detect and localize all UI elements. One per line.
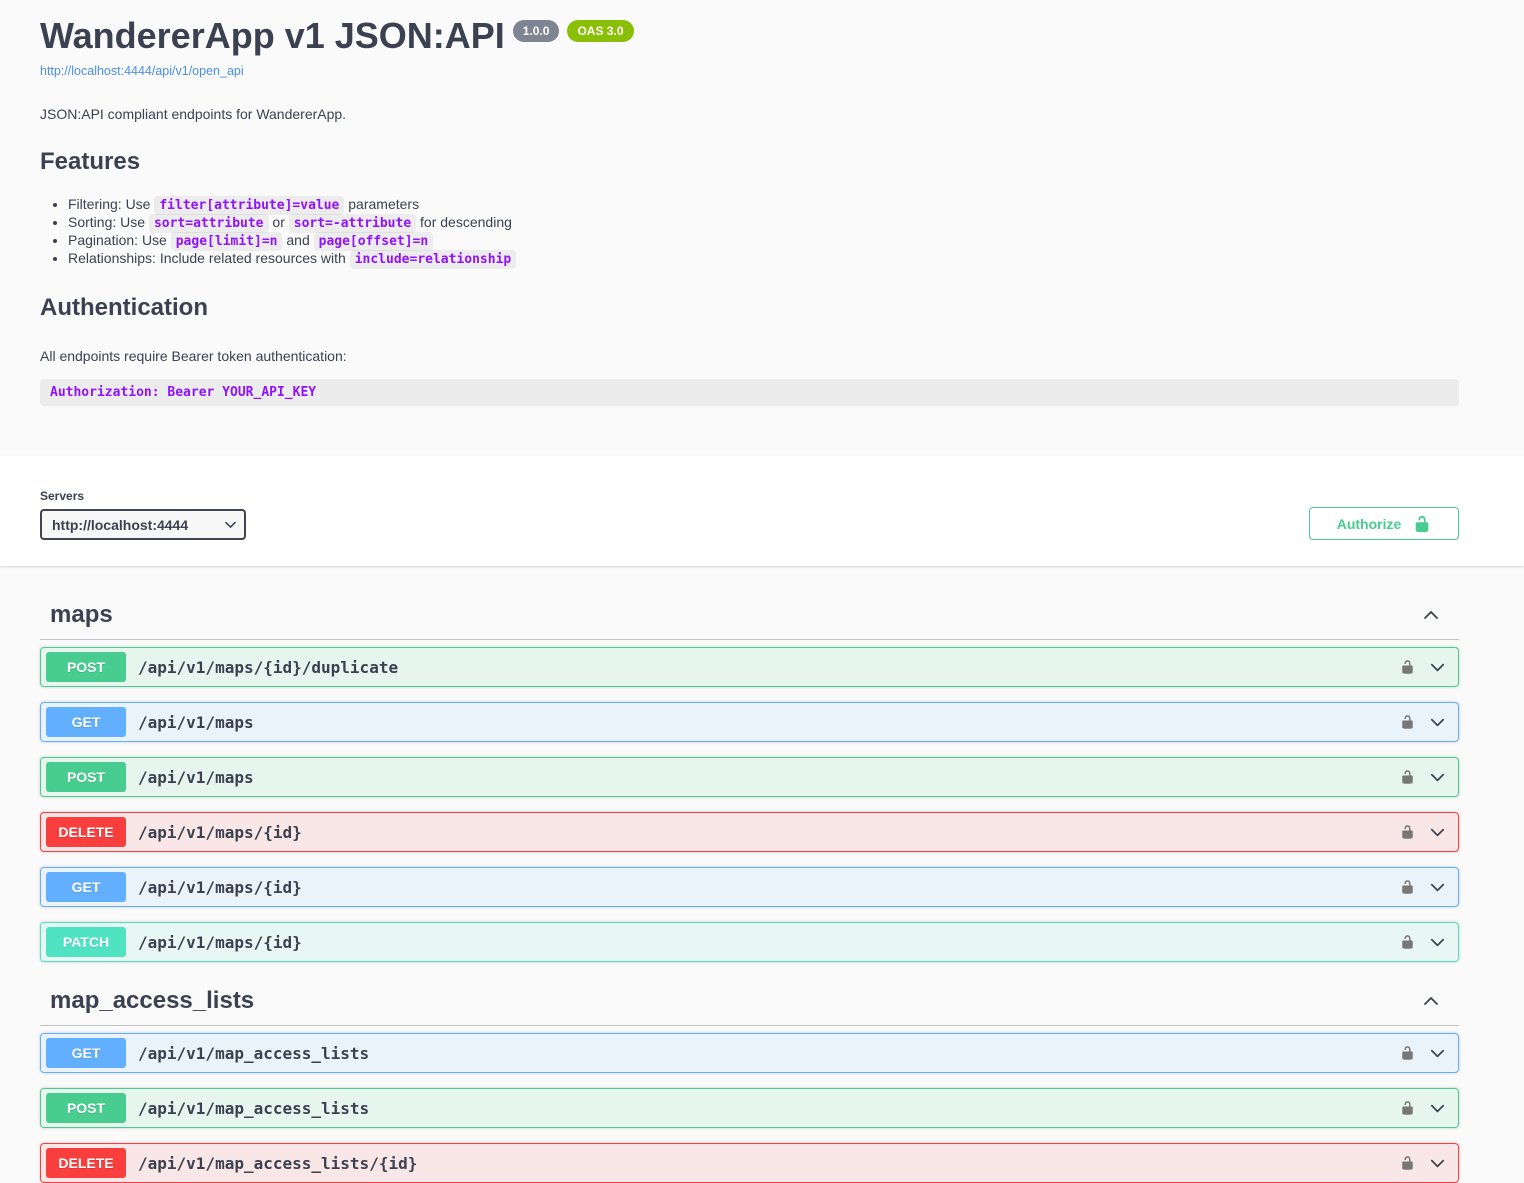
method-badge: DELETE bbox=[46, 1148, 126, 1178]
chevron-down-icon[interactable] bbox=[1428, 878, 1447, 897]
chevron-down-icon[interactable] bbox=[1428, 713, 1447, 732]
endpoint-path: /api/v1/maps/{id} bbox=[138, 933, 302, 952]
lock-icon[interactable] bbox=[1400, 1044, 1415, 1062]
code-chip: page[offset]=n bbox=[314, 232, 434, 251]
endpoint-row[interactable]: GET /api/v1/maps bbox=[40, 702, 1459, 742]
lock-icon[interactable] bbox=[1400, 1154, 1415, 1172]
endpoint-row[interactable]: POST /api/v1/maps bbox=[40, 757, 1459, 797]
page-title: WandererApp v1 JSON:API bbox=[40, 18, 505, 54]
chevron-down-icon[interactable] bbox=[1428, 823, 1447, 842]
features-list: Filtering: Use filter[attribute]=value p… bbox=[40, 196, 1459, 268]
endpoint-row[interactable]: DELETE /api/v1/map_access_lists/{id} bbox=[40, 1143, 1459, 1183]
lock-icon[interactable] bbox=[1400, 823, 1415, 841]
feature-item-sorting: Sorting: Use sort=attribute or sort=-att… bbox=[68, 214, 1459, 232]
endpoint-row[interactable]: GET /api/v1/map_access_lists bbox=[40, 1033, 1459, 1073]
endpoint-path: /api/v1/maps bbox=[138, 768, 254, 787]
endpoint-row[interactable]: DELETE /api/v1/maps/{id} bbox=[40, 812, 1459, 852]
endpoint-path: /api/v1/map_access_lists/{id} bbox=[138, 1154, 417, 1173]
chevron-down-icon[interactable] bbox=[1428, 1044, 1447, 1063]
oas-badge: OAS 3.0 bbox=[567, 20, 633, 42]
api-info-section: WandererApp v1 JSON:API 1.0.0 OAS 3.0 ht… bbox=[0, 0, 1524, 406]
lock-icon[interactable] bbox=[1400, 713, 1415, 731]
code-chip: page[limit]=n bbox=[171, 232, 283, 251]
lock-icon[interactable] bbox=[1400, 1099, 1415, 1117]
spec-url-link[interactable]: http://localhost:4444/api/v1/open_api bbox=[40, 64, 244, 78]
code-chip: include=relationship bbox=[350, 250, 517, 269]
code-chip: filter[attribute]=value bbox=[154, 196, 344, 215]
chevron-down-icon[interactable] bbox=[1428, 933, 1447, 952]
feature-text: Filtering: Use bbox=[68, 196, 154, 212]
lock-icon[interactable] bbox=[1400, 933, 1415, 951]
authorization-code-block: Authorization: Bearer YOUR_API_KEY bbox=[40, 379, 1459, 406]
section-title: maps bbox=[50, 601, 113, 629]
operations-list-maps: POST /api/v1/maps/{id}/duplicate GET /ap… bbox=[40, 640, 1459, 962]
features-heading: Features bbox=[40, 148, 1459, 176]
endpoint-row[interactable]: PATCH /api/v1/maps/{id} bbox=[40, 922, 1459, 962]
chevron-up-icon bbox=[1421, 605, 1441, 625]
feature-item-relationships: Relationships: Include related resources… bbox=[68, 250, 1459, 268]
endpoint-path: /api/v1/maps/{id}/duplicate bbox=[138, 658, 398, 677]
endpoint-path: /api/v1/maps/{id} bbox=[138, 823, 302, 842]
version-badge: 1.0.0 bbox=[513, 20, 560, 42]
feature-text: or bbox=[269, 214, 289, 230]
method-badge: DELETE bbox=[46, 817, 126, 847]
section-title: map_access_lists bbox=[50, 987, 254, 1015]
chevron-down-icon[interactable] bbox=[1428, 658, 1447, 677]
authorize-button[interactable]: Authorize bbox=[1309, 507, 1459, 540]
feature-text: Sorting: Use bbox=[68, 214, 149, 230]
method-badge: POST bbox=[46, 652, 126, 682]
method-badge: POST bbox=[46, 762, 126, 792]
servers-group: Servers http://localhost:4444 bbox=[40, 489, 246, 540]
authentication-heading: Authentication bbox=[40, 294, 1459, 322]
endpoint-row[interactable]: POST /api/v1/maps/{id}/duplicate bbox=[40, 647, 1459, 687]
operations-list-map-access-lists: GET /api/v1/map_access_lists POST /api/v… bbox=[40, 1026, 1459, 1183]
endpoint-path: /api/v1/map_access_lists bbox=[138, 1099, 369, 1118]
section-header-maps[interactable]: maps bbox=[40, 591, 1459, 640]
method-badge: GET bbox=[46, 872, 126, 902]
api-description: JSON:API compliant endpoints for Wandere… bbox=[40, 106, 1459, 122]
scheme-container: Servers http://localhost:4444 Authorize bbox=[0, 456, 1524, 566]
method-badge: GET bbox=[46, 707, 126, 737]
endpoint-path: /api/v1/map_access_lists bbox=[138, 1044, 369, 1063]
lock-icon[interactable] bbox=[1400, 658, 1415, 676]
feature-text: Pagination: Use bbox=[68, 232, 171, 248]
code-chip: sort=attribute bbox=[149, 214, 269, 233]
servers-label: Servers bbox=[40, 489, 246, 503]
chevron-down-icon[interactable] bbox=[1428, 768, 1447, 787]
endpoint-path: /api/v1/maps/{id} bbox=[138, 878, 302, 897]
lock-icon[interactable] bbox=[1400, 878, 1415, 896]
endpoint-path: /api/v1/maps bbox=[138, 713, 254, 732]
unlock-icon bbox=[1413, 515, 1431, 533]
method-badge: POST bbox=[46, 1093, 126, 1123]
feature-text: Relationships: Include related resources… bbox=[68, 250, 350, 266]
endpoint-row[interactable]: GET /api/v1/maps/{id} bbox=[40, 867, 1459, 907]
authorize-label: Authorize bbox=[1337, 516, 1402, 532]
feature-text: and bbox=[282, 232, 313, 248]
feature-text: parameters bbox=[344, 196, 419, 212]
feature-item-filtering: Filtering: Use filter[attribute]=value p… bbox=[68, 196, 1459, 214]
method-badge: PATCH bbox=[46, 927, 126, 957]
authentication-text: All endpoints require Bearer token authe… bbox=[40, 348, 1459, 364]
code-chip: sort=-attribute bbox=[289, 214, 416, 233]
feature-item-pagination: Pagination: Use page[limit]=n and page[o… bbox=[68, 232, 1459, 250]
servers-select[interactable]: http://localhost:4444 bbox=[40, 509, 246, 540]
chevron-down-icon[interactable] bbox=[1428, 1154, 1447, 1173]
method-badge: GET bbox=[46, 1038, 126, 1068]
chevron-down-icon[interactable] bbox=[1428, 1099, 1447, 1118]
lock-icon[interactable] bbox=[1400, 768, 1415, 786]
chevron-up-icon bbox=[1421, 991, 1441, 1011]
feature-text: for descending bbox=[416, 214, 512, 230]
operations-wrapper: maps POST /api/v1/maps/{id}/duplicate GE… bbox=[0, 566, 1524, 1183]
endpoint-row[interactable]: POST /api/v1/map_access_lists bbox=[40, 1088, 1459, 1128]
section-header-map-access-lists[interactable]: map_access_lists bbox=[40, 977, 1459, 1026]
